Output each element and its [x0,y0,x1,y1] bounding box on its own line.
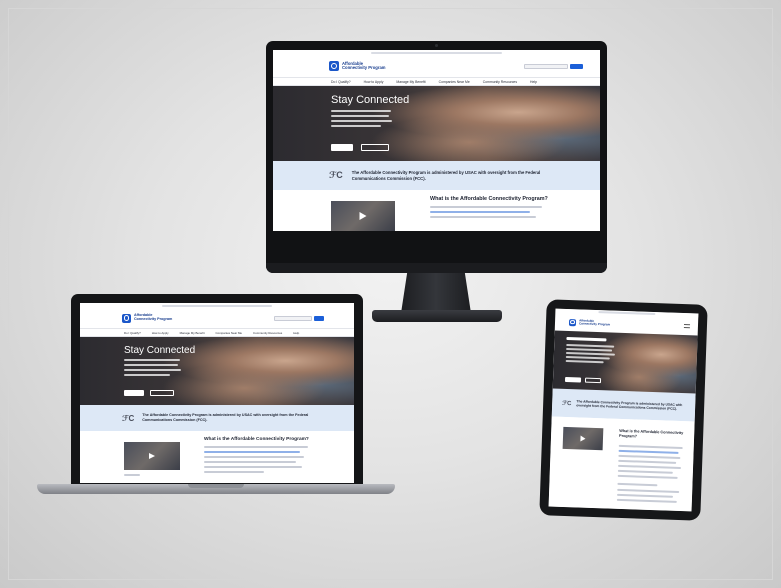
desktop-site-screen: Affordable Connectivity Program Do I Qua… [273,50,600,231]
tablet-site-screen: Affordable Connectivity Program ℱC The A… [548,308,699,512]
hero-copy [124,359,182,376]
hero-secondary-button[interactable] [584,377,602,384]
monitor-chin [266,263,607,273]
acp-logo-icon [329,61,339,71]
nav-item-community[interactable]: Community Resources [483,80,517,84]
hero-secondary-button[interactable] [150,390,174,396]
hero-primary-button[interactable] [331,144,353,151]
search-input[interactable] [524,63,568,69]
nav-item-help[interactable]: Help [530,80,537,84]
banner-text: The Affordable Connectivity Program is a… [142,413,309,422]
site-header: Affordable Connectivity Program [273,55,600,77]
nav-item-community[interactable]: Community Resources [253,331,282,335]
acp-logo-icon [568,318,577,326]
nav-item-companies[interactable]: Companies Near Me [439,80,470,84]
logo-line-2: Connectivity Program [578,321,611,327]
tablet-device: Affordable Connectivity Program ℱC The A… [539,299,708,521]
section-title: What is the Affordable Connectivity Prog… [619,428,684,439]
site-logo[interactable]: Affordable Connectivity Program [329,61,386,71]
banner-text: The Affordable Connectivity Program is a… [576,399,683,411]
search-button[interactable] [570,63,583,69]
hero-title: Stay Connected [124,345,196,356]
nav-item-help[interactable]: Help [293,331,299,335]
section-paragraph [616,444,683,503]
section-title: What is the Affordable Connectivity Prog… [430,196,548,202]
site-nav: Do I Qualify? How to Apply Manage My Ben… [80,328,354,337]
site-hero [552,330,698,394]
banner-text: The Affordable Connectivity Program is a… [351,170,541,181]
fcc-logo-icon: ℱC [329,170,343,180]
site-nav: Do I Qualify? How to Apply Manage My Ben… [273,77,600,86]
monitor-stand-foot [372,310,502,322]
hero-title: Stay Connected [331,94,410,106]
nav-item-apply[interactable]: How to Apply [364,80,384,84]
site-search [524,63,583,69]
fcc-logo-icon: ℱC [122,413,135,423]
acp-logo-icon [122,313,131,323]
video-caption [124,474,140,476]
hero-primary-button[interactable] [564,376,582,383]
hero-copy [565,336,617,364]
logo-line-2: Connectivity Program [134,317,173,321]
site-lower-section: What is the Affordable Connectivity Prog… [80,431,354,483]
background-stage: Affordable Connectivity Program Do I Qua… [0,0,781,588]
site-hero: Stay Connected [80,337,354,405]
search-input[interactable] [274,315,312,321]
fcc-logo-icon: ℱC [562,400,572,407]
video-thumbnail[interactable] [331,201,395,231]
hero-primary-button[interactable] [124,390,144,396]
laptop-site-screen: Affordable Connectivity Program Do I Qua… [80,303,354,483]
laptop-lid: Affordable Connectivity Program Do I Qua… [71,294,363,487]
video-thumbnail[interactable] [124,442,180,470]
site-banner: ℱC The Affordable Connectivity Program i… [273,161,600,190]
play-icon[interactable] [359,212,367,220]
section-paragraph [430,206,542,218]
menu-icon[interactable] [683,324,691,329]
nav-item-manage[interactable]: Manage My Benefit [180,331,205,335]
video-thumbnail[interactable] [562,426,604,451]
search-button[interactable] [314,315,324,321]
play-icon[interactable] [149,453,155,459]
desktop-monitor: Affordable Connectivity Program Do I Qua… [266,41,607,273]
section-paragraph [204,446,308,473]
site-search [274,315,324,321]
site-banner: ℱC The Affordable Connectivity Program i… [80,405,354,431]
nav-item-companies[interactable]: Companies Near Me [216,331,243,335]
logo-line-2: Connectivity Program [342,65,386,70]
site-logo[interactable]: Affordable Connectivity Program [122,313,173,323]
monitor-camera [435,44,438,47]
hero-secondary-button[interactable] [361,144,389,151]
site-logo[interactable]: Affordable Connectivity Program [568,318,611,327]
laptop-notch [188,484,244,488]
nav-item-manage[interactable]: Manage My Benefit [396,80,425,84]
nav-item-apply[interactable]: How to Apply [152,331,169,335]
play-icon[interactable] [580,435,586,442]
monitor-stand-neck [401,273,471,313]
hero-copy [331,110,393,127]
section-title: What is the Affordable Connectivity Prog… [204,437,309,442]
nav-item-qualify[interactable]: Do I Qualify? [124,331,141,335]
site-header: Affordable Connectivity Program [80,308,354,328]
site-lower-section: What is the Affordable Connectivity Prog… [548,416,695,512]
site-hero: Stay Connected [273,86,600,161]
site-lower-section: What is the Affordable Connectivity Prog… [273,190,600,231]
nav-item-qualify[interactable]: Do I Qualify? [331,80,351,84]
